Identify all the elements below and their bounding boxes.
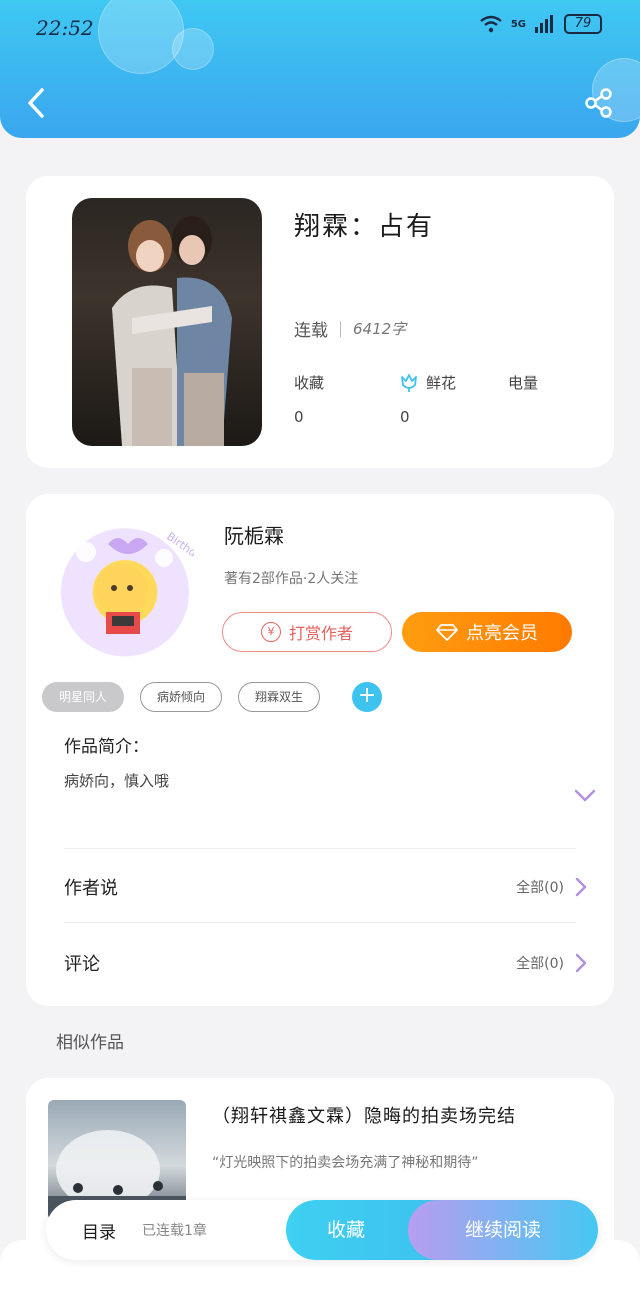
book-info-card: 翔霖：占有 连载 6412字 收藏 0 鲜花 0 电量 bbox=[26, 176, 614, 468]
tag-list: 明星同人 病娇倾向 翔霖双生 + bbox=[42, 682, 383, 712]
tip-author-label: 打赏作者 bbox=[288, 624, 353, 643]
chevron-down-icon bbox=[574, 789, 596, 802]
author-says-all-button[interactable]: 全部(0) bbox=[516, 876, 588, 898]
similar-section-title: 相似作品 bbox=[56, 1033, 124, 1053]
diamond-icon bbox=[436, 624, 458, 641]
tag-item[interactable]: 病娇倾向 bbox=[140, 682, 223, 712]
author-name[interactable]: 阮栀霖 bbox=[224, 520, 284, 549]
share-button[interactable] bbox=[582, 86, 616, 120]
wifi-icon bbox=[480, 15, 502, 33]
tip-author-button[interactable]: ¥ 打赏作者 bbox=[222, 612, 392, 652]
comments-label: 评论 bbox=[64, 954, 100, 975]
chevron-right-icon bbox=[575, 877, 587, 897]
author-says-label: 作者说 bbox=[64, 878, 118, 899]
share-icon bbox=[585, 88, 612, 118]
book-word-count: 6412字 bbox=[353, 320, 407, 338]
vip-button[interactable]: 点亮会员 bbox=[402, 612, 572, 652]
intro-label: 作品简介： bbox=[64, 737, 149, 757]
signal-icon bbox=[535, 15, 553, 33]
toc-status: 已连载1章 bbox=[142, 1223, 207, 1239]
cover-figures-image bbox=[112, 216, 232, 446]
decor-bubble bbox=[98, 0, 184, 74]
header: 22:52 5G 79 bbox=[0, 0, 640, 138]
continue-reading-button[interactable]: 继续阅读 bbox=[408, 1200, 598, 1260]
stat-power-label[interactable]: 电量 bbox=[508, 372, 538, 393]
stat-flowers-value: 0 bbox=[400, 408, 410, 426]
stat-favorites-label: 收藏 bbox=[294, 374, 325, 392]
expand-intro-button[interactable] bbox=[574, 788, 596, 804]
similar-title: （翔轩祺鑫文霖）隐晦的拍卖场完结 bbox=[212, 1106, 516, 1127]
similar-description: “灯光映照下的拍卖会场充满了神秘和期待” bbox=[212, 1155, 479, 1171]
book-cover-image[interactable] bbox=[72, 198, 262, 446]
chevron-right-icon bbox=[575, 953, 587, 973]
stat-flowers[interactable]: 鲜花 bbox=[398, 372, 456, 393]
yen-icon: ¥ bbox=[260, 622, 281, 642]
status-time: 22:52 bbox=[36, 16, 94, 40]
vip-label: 点亮会员 bbox=[466, 623, 538, 644]
intro-text: 病娇向，慎入哦 bbox=[64, 772, 170, 790]
bottom-action-bar: 目录 已连载1章 收藏 继续阅读 bbox=[46, 1200, 598, 1260]
divider bbox=[64, 848, 576, 849]
decor-bubble bbox=[172, 28, 214, 70]
divider bbox=[64, 922, 576, 923]
book-title: 翔霖：占有 bbox=[294, 212, 435, 242]
back-button[interactable] bbox=[20, 84, 54, 122]
stat-flowers-label: 鲜花 bbox=[426, 374, 457, 392]
book-status: 连载 bbox=[294, 321, 328, 341]
tulip-icon bbox=[401, 373, 417, 392]
book-meta: 连载 6412字 bbox=[294, 316, 406, 341]
author-subtitle: 著有2部作品·2人关注 bbox=[224, 571, 359, 587]
author-card: Birthday 阮栀霖 著有2部作品·2人关注 ¥ 打赏作者 点亮会员 明星同… bbox=[26, 494, 614, 1006]
tag-item[interactable]: 翔霖双生 bbox=[238, 682, 321, 712]
stat-favorites-value: 0 bbox=[294, 408, 304, 426]
avatar-illustration: Birthday bbox=[76, 530, 210, 634]
comments-count: 全部(0) bbox=[516, 956, 564, 972]
toc-button[interactable]: 目录 bbox=[82, 1218, 116, 1243]
network-label: 5G bbox=[510, 18, 526, 30]
chevron-left-icon bbox=[28, 88, 44, 118]
battery-icon: 79 bbox=[564, 14, 602, 34]
tag-item[interactable]: 明星同人 bbox=[42, 682, 125, 712]
status-icons: 5G 79 bbox=[479, 14, 602, 34]
author-says-count: 全部(0) bbox=[516, 880, 564, 896]
meta-divider bbox=[340, 320, 341, 337]
add-tag-button[interactable]: + bbox=[352, 682, 383, 712]
comments-all-button[interactable]: 全部(0) bbox=[516, 952, 588, 974]
author-avatar[interactable]: Birthday bbox=[56, 512, 210, 658]
